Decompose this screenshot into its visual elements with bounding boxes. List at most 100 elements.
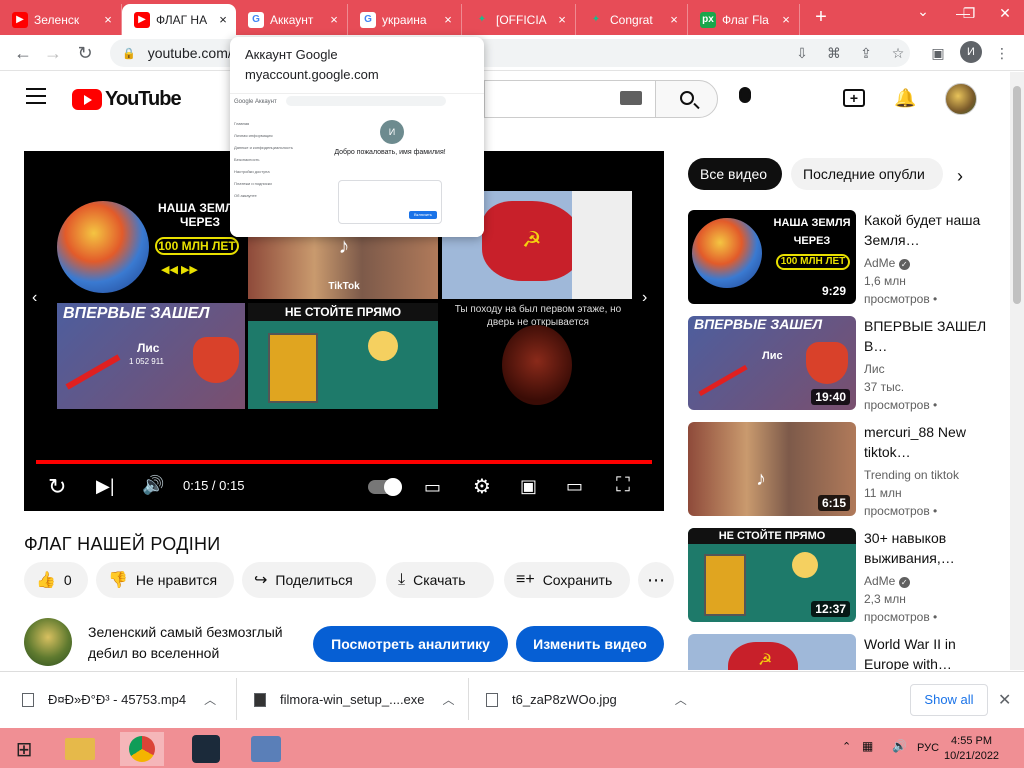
download-item[interactable]: filmora-win_setup_....exe ︿ bbox=[254, 691, 455, 708]
download-item[interactable]: Ð¤Ð»Ð°Ð³ - 45753.mp4 ︿ bbox=[22, 691, 216, 708]
recommendation-item[interactable]: НАША ЗЕМЛЯ ЧЕРЕЗ 100 МЛН ЛЕТ 9:29 Какой б… bbox=[688, 210, 1008, 306]
close-icon[interactable]: ✕ bbox=[998, 690, 1011, 710]
close-icon[interactable]: × bbox=[779, 12, 793, 27]
close-icon[interactable]: × bbox=[667, 12, 681, 27]
face-image bbox=[502, 325, 572, 405]
chevron-right-icon[interactable]: › bbox=[642, 289, 647, 307]
next-icon[interactable]: ▶| bbox=[96, 476, 115, 497]
close-icon[interactable]: × bbox=[327, 12, 341, 27]
sidepanel-icon[interactable]: ▣ bbox=[928, 43, 948, 63]
notifications-icon[interactable]: 🔔 bbox=[894, 88, 916, 109]
recommendation-item[interactable]: ♪ 6:15 mercuri_88 New tiktok… Trending o… bbox=[688, 422, 1008, 518]
create-icon[interactable]: + bbox=[843, 89, 865, 107]
replay-icon[interactable]: ↻ bbox=[48, 474, 66, 500]
share-button[interactable]: ↪ Поделиться bbox=[242, 562, 376, 598]
tray-chevron-icon[interactable]: ⌃ bbox=[842, 740, 851, 753]
taskbar-control-panel[interactable] bbox=[244, 732, 288, 766]
channel-avatar[interactable] bbox=[945, 83, 977, 115]
tab-ukraina[interactable]: Gукраина × bbox=[348, 4, 462, 35]
miniplayer-icon[interactable]: ▣ bbox=[520, 476, 537, 497]
autoplay-toggle[interactable] bbox=[368, 478, 402, 496]
share-icon[interactable]: ⇪ bbox=[856, 43, 876, 63]
video-thumbnail[interactable]: НЕ СТОЙТЕ ПРЯМО 12:37 bbox=[688, 528, 856, 622]
search-button[interactable] bbox=[655, 80, 718, 118]
endscreen-tile-elevator[interactable]: НЕ СТОЙТЕ ПРЯМО bbox=[248, 303, 438, 409]
close-icon[interactable]: × bbox=[555, 12, 569, 27]
download-button[interactable]: ⤓ Скачать bbox=[386, 562, 494, 598]
menu-icon[interactable] bbox=[26, 88, 46, 104]
install-icon[interactable]: ⇩ bbox=[792, 43, 812, 63]
theater-icon[interactable]: ▭ bbox=[566, 476, 583, 497]
chevron-up-icon[interactable]: ︿ bbox=[675, 691, 687, 708]
keyboard-icon[interactable] bbox=[620, 91, 642, 105]
endscreen-tile-meme[interactable]: Ты походу на был первом этаже, но дверь … bbox=[442, 303, 632, 409]
channel-avatar-large[interactable] bbox=[24, 618, 72, 666]
translate-icon[interactable]: ⌘ bbox=[824, 43, 844, 63]
video-thumbnail[interactable]: НАША ЗЕМЛЯ ЧЕРЕЗ 100 МЛН ЛЕТ 9:29 bbox=[688, 210, 856, 304]
taskbar-filmora[interactable] bbox=[184, 732, 228, 766]
video-thumbnail[interactable]: ☭ bbox=[688, 634, 856, 670]
chip-all-videos[interactable]: Все видео bbox=[688, 158, 782, 190]
download-icon: ⤓ bbox=[398, 571, 406, 588]
kebab-menu-icon[interactable]: ⋮ bbox=[992, 43, 1012, 63]
subtitles-icon[interactable]: ▭ bbox=[424, 477, 441, 498]
tab-flag-px[interactable]: px Флаг Fla × bbox=[688, 4, 800, 35]
start-button[interactable]: ⊞ bbox=[2, 732, 46, 766]
recommendation-item[interactable]: ВПЕРВЫЕ ЗАШЕЛ Лис 19:40 ВПЕРВЫЕ ЗАШЕЛ В…… bbox=[688, 316, 1008, 412]
tab-zelensk[interactable]: ▶ Зеленск × bbox=[0, 4, 122, 35]
chevron-up-icon[interactable]: ︿ bbox=[443, 691, 455, 708]
video-thumbnail[interactable]: ♪ 6:15 bbox=[688, 422, 856, 516]
download-item[interactable]: t6_zaP8zWOo.jpg ︿ bbox=[486, 691, 687, 708]
youtube-logo[interactable]: YouTube bbox=[72, 88, 182, 111]
recommendation-item[interactable]: ☭ World War II in Europe with… bbox=[688, 634, 1008, 670]
save-button[interactable]: ≡+ Сохранить bbox=[504, 562, 630, 598]
edit-video-button[interactable]: Изменить видео bbox=[516, 626, 664, 662]
forward-icon[interactable]: → bbox=[42, 42, 64, 64]
tab-official[interactable]: ✦ [OFFICIA × bbox=[462, 4, 576, 35]
tab-account[interactable]: G Аккаунт × bbox=[236, 4, 348, 35]
microphone-icon[interactable] bbox=[739, 87, 751, 103]
chip-recent[interactable]: Последние опубли bbox=[791, 158, 943, 190]
network-icon[interactable]: ▦ bbox=[862, 739, 873, 753]
close-icon[interactable]: × bbox=[101, 12, 115, 27]
language-indicator[interactable]: РУС bbox=[917, 742, 939, 754]
new-tab-button[interactable]: + bbox=[808, 6, 834, 30]
chevron-up-icon[interactable]: ︿ bbox=[204, 691, 216, 708]
tab-flag-active[interactable]: ▶ ФЛАГ НА × bbox=[122, 4, 236, 35]
like-button[interactable]: 👍 0 bbox=[24, 562, 88, 598]
close-icon[interactable]: × bbox=[216, 12, 230, 27]
bookmark-icon[interactable]: ☆ bbox=[888, 43, 908, 63]
speaker-icon[interactable]: 🔊 bbox=[892, 739, 907, 753]
chevron-left-icon[interactable]: ‹ bbox=[32, 289, 37, 307]
progress-bar[interactable] bbox=[36, 460, 652, 464]
reload-icon[interactable]: ↻ bbox=[74, 42, 96, 64]
lock-icon: 🔒 bbox=[122, 47, 136, 60]
tab-congrat[interactable]: ✦ Congrat × bbox=[576, 4, 688, 35]
taskbar-chrome[interactable] bbox=[120, 732, 164, 766]
close-icon[interactable]: × bbox=[441, 12, 455, 27]
more-actions-button[interactable]: ⋯ bbox=[638, 562, 674, 598]
back-icon[interactable]: ← bbox=[12, 42, 34, 64]
endscreen-tile-fox[interactable]: ВПЕРВЫЕ ЗАШЕЛ Лис 1 052 911 bbox=[57, 303, 245, 409]
fullscreen-icon[interactable]: ⛶ bbox=[616, 474, 630, 497]
show-all-button[interactable]: Show all bbox=[910, 684, 988, 716]
dislike-button[interactable]: 👎 Не нравится bbox=[96, 562, 234, 598]
taskbar-explorer[interactable] bbox=[58, 732, 102, 766]
scrollbar[interactable] bbox=[1010, 72, 1024, 670]
clock[interactable]: 4:55 PM 10/21/2022 bbox=[944, 734, 999, 764]
window-close-button[interactable]: ✕ bbox=[986, 2, 1024, 32]
profile-avatar[interactable]: И bbox=[960, 41, 982, 63]
volume-icon[interactable]: 🔊 bbox=[142, 475, 164, 496]
tab-search-icon[interactable]: ⌄ bbox=[904, 0, 942, 30]
analytics-button[interactable]: Посмотреть аналитику bbox=[313, 626, 508, 662]
settings-icon[interactable]: ⚙ bbox=[473, 474, 491, 499]
earth-image bbox=[57, 201, 149, 293]
recommendation-item[interactable]: НЕ СТОЙТЕ ПРЯМО 12:37 30+ навыков выжива… bbox=[688, 528, 1008, 624]
scrollbar-thumb[interactable] bbox=[1013, 86, 1021, 304]
search-icon bbox=[680, 91, 694, 105]
video-thumbnail[interactable]: ВПЕРВЫЕ ЗАШЕЛ Лис 19:40 bbox=[688, 316, 856, 410]
restore-button[interactable]: ❐ bbox=[950, 2, 988, 32]
chevron-right-icon[interactable]: › bbox=[957, 166, 963, 187]
channel-name[interactable]: Зеленский самый безмозглый дебил во всел… bbox=[88, 622, 298, 664]
endscreen-tile-earth[interactable]: НАША ЗЕМЛЯ ЧЕРЕЗ 100 МЛН ЛЕТ ◀◀ ▶▶ bbox=[57, 191, 245, 299]
